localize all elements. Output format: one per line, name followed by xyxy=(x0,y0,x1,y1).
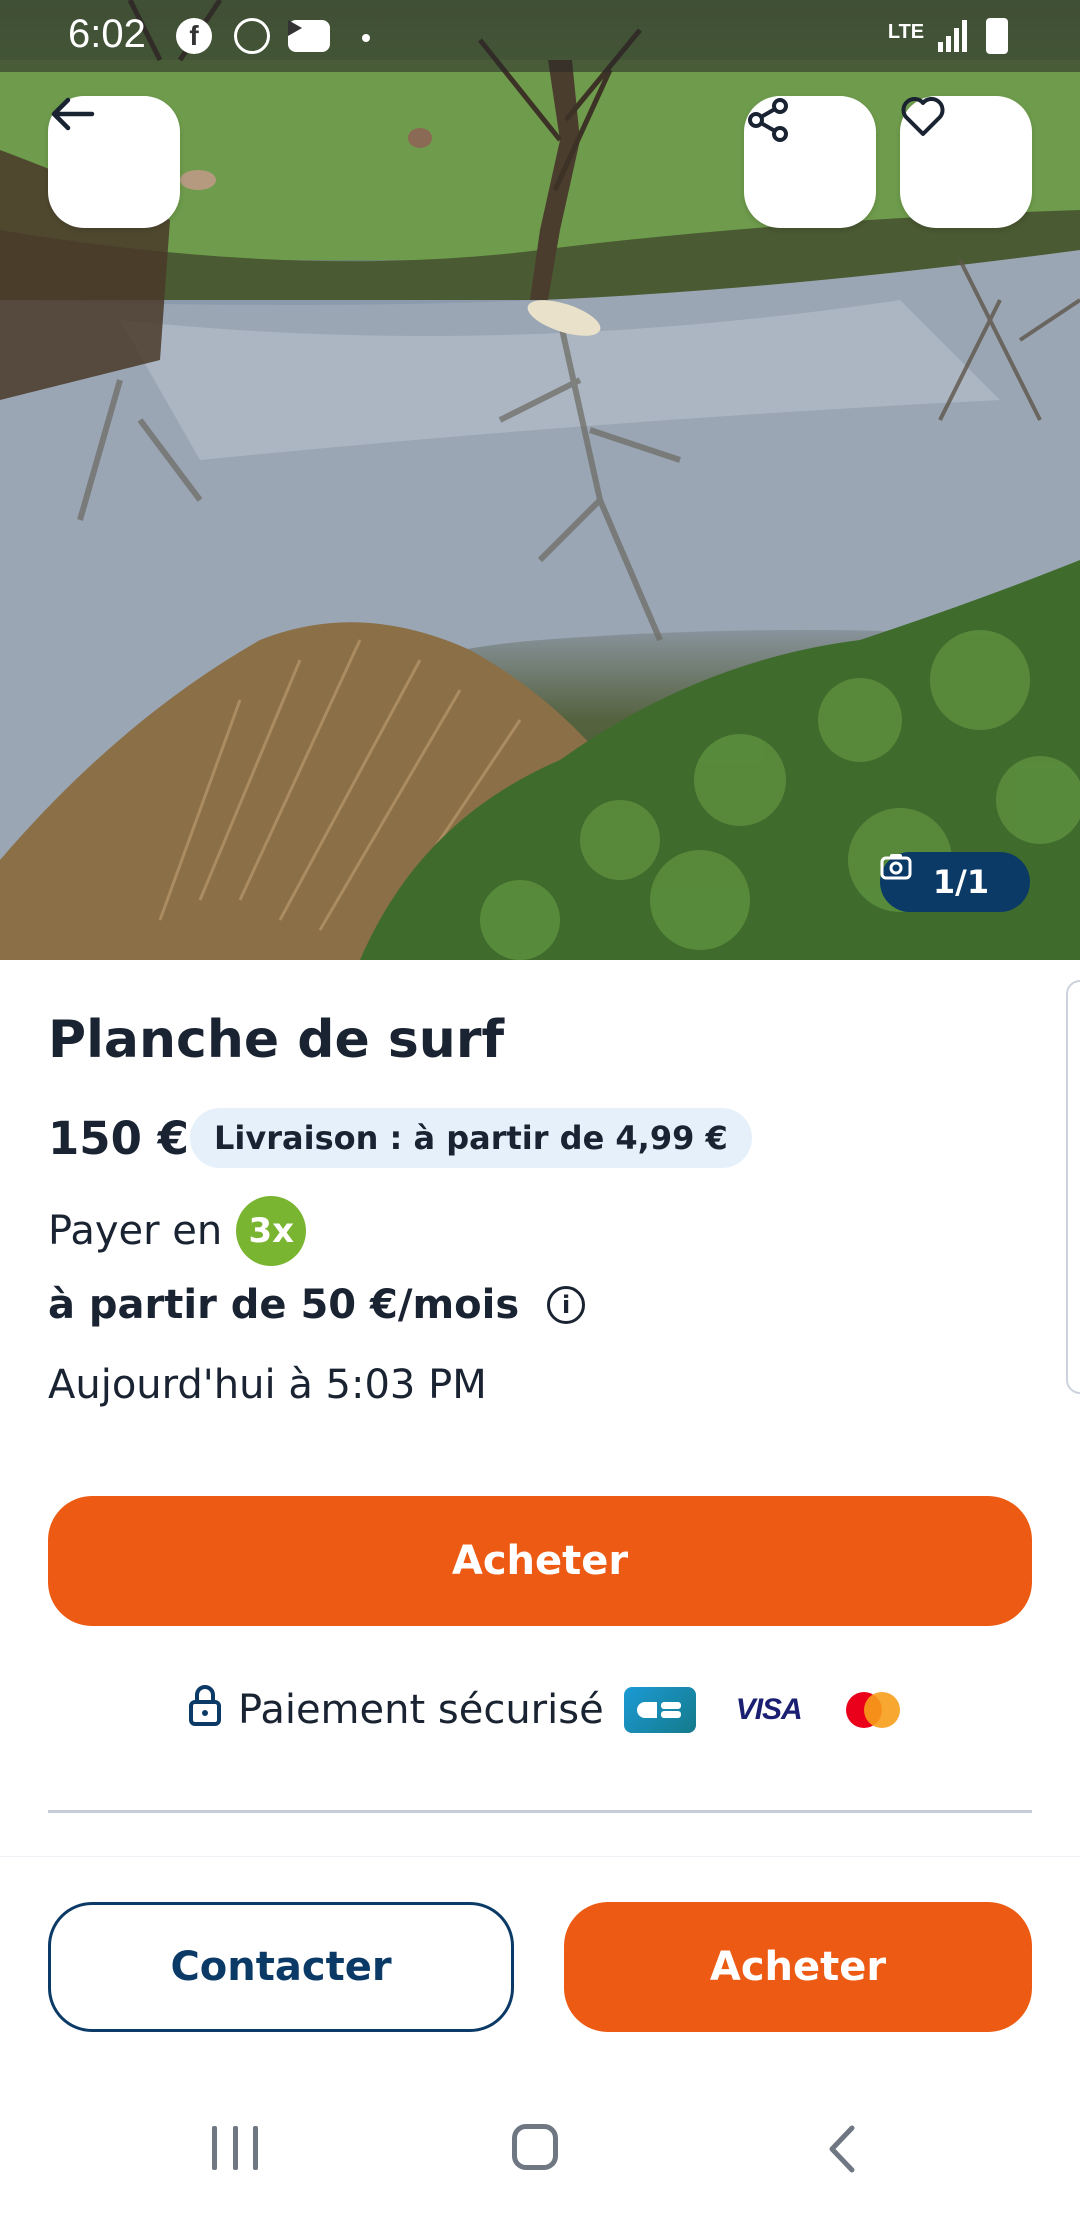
back-button[interactable] xyxy=(48,96,180,228)
divider xyxy=(48,1810,1032,1813)
recents-icon[interactable] xyxy=(212,2126,258,2170)
mastercard-logo xyxy=(842,1690,904,1730)
monthly-price: à partir de 50 €/mois xyxy=(48,1282,520,1328)
signal-icon xyxy=(936,18,970,54)
buy-button-sticky[interactable]: Acheter xyxy=(564,1902,1032,2032)
info-icon[interactable]: i xyxy=(547,1286,586,1324)
installments-row: Payer en 3x xyxy=(48,1196,307,1266)
pay-in-label: Payer en xyxy=(48,1208,223,1254)
action-bar-separator xyxy=(0,1856,1080,1857)
listing-photo[interactable]: 6:02 f LTE 1/1 xyxy=(0,0,1080,960)
status-bar: 6:02 f LTE xyxy=(0,0,1080,72)
side-panel-handle[interactable] xyxy=(1066,980,1080,1394)
delivery-badge: Livraison : à partir de 4,99 € xyxy=(190,1108,752,1168)
visa-logo: VISA xyxy=(735,1693,803,1726)
facebook-icon: f xyxy=(176,18,212,54)
contact-button[interactable]: Contacter xyxy=(48,1902,514,2032)
listing-title: Planche de surf xyxy=(48,1010,505,1070)
monthly-price-row[interactable]: à partir de 50 €/mois i xyxy=(48,1282,586,1328)
back-icon[interactable] xyxy=(822,2124,862,2174)
buy-button[interactable]: Acheter xyxy=(48,1496,1032,1626)
dot-icon xyxy=(362,34,370,42)
secure-payment-row: Paiement sécurisé VISA xyxy=(188,1680,904,1740)
lock-icon xyxy=(188,1684,222,1736)
share-button[interactable] xyxy=(744,96,876,228)
lte-icon: LTE xyxy=(887,21,925,43)
status-time: 6:02 xyxy=(68,12,146,56)
cb-logo xyxy=(623,1687,696,1733)
secure-payment-label: Paiement sécurisé xyxy=(238,1687,604,1733)
home-icon[interactable] xyxy=(512,2124,558,2170)
posted-date: Aujourd'hui à 5:03 PM xyxy=(48,1362,487,1408)
favorite-button[interactable] xyxy=(900,96,1032,228)
mail-icon xyxy=(234,18,270,54)
photo-counter-text: 1/1 xyxy=(932,863,990,901)
battery-icon xyxy=(986,18,1008,54)
installments-badge: 3x xyxy=(236,1196,307,1266)
system-nav-bar xyxy=(0,2080,1080,2220)
photo-counter: 1/1 xyxy=(880,852,1030,912)
youtube-icon xyxy=(288,20,330,52)
listing-price: 150 € xyxy=(48,1112,189,1165)
